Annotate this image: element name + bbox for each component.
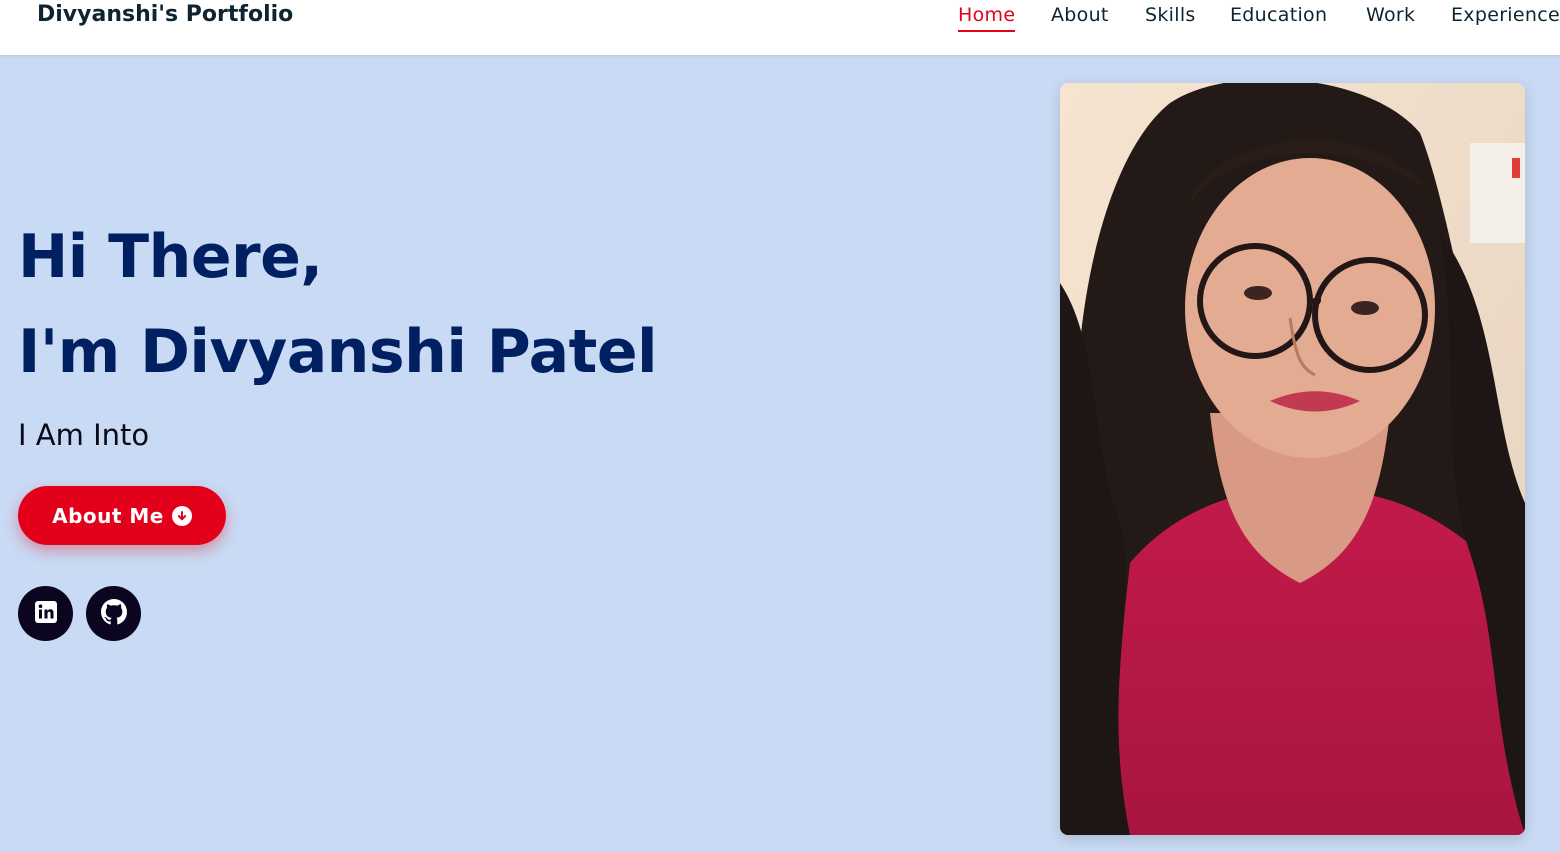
arrow-circle-down-icon [171,505,192,526]
github-button[interactable] [86,586,141,641]
hero-greeting: Hi There, [18,222,323,292]
nav-link-experience[interactable]: Experience [1451,0,1560,32]
linkedin-button[interactable] [18,586,73,641]
hero-subtitle: I Am Into [18,418,150,452]
nav-menu: Home About Skills Education Work Experie… [0,0,1560,40]
navbar: Divyanshi's Portfolio Home About Skills … [0,0,1560,55]
linkedin-icon [34,600,57,627]
nav-link-home[interactable]: Home [958,0,1016,32]
nav-link-work[interactable]: Work [1366,0,1415,32]
profile-photo [1060,83,1525,835]
about-me-button[interactable]: About Me [18,486,226,545]
github-icon [100,598,127,629]
hero-name: I'm Divyanshi Patel [18,317,658,387]
nav-link-about[interactable]: About [1051,0,1109,32]
about-me-button-label: About Me [52,503,164,528]
nav-link-skills[interactable]: Skills [1145,0,1196,32]
nav-link-education[interactable]: Education [1230,0,1327,32]
